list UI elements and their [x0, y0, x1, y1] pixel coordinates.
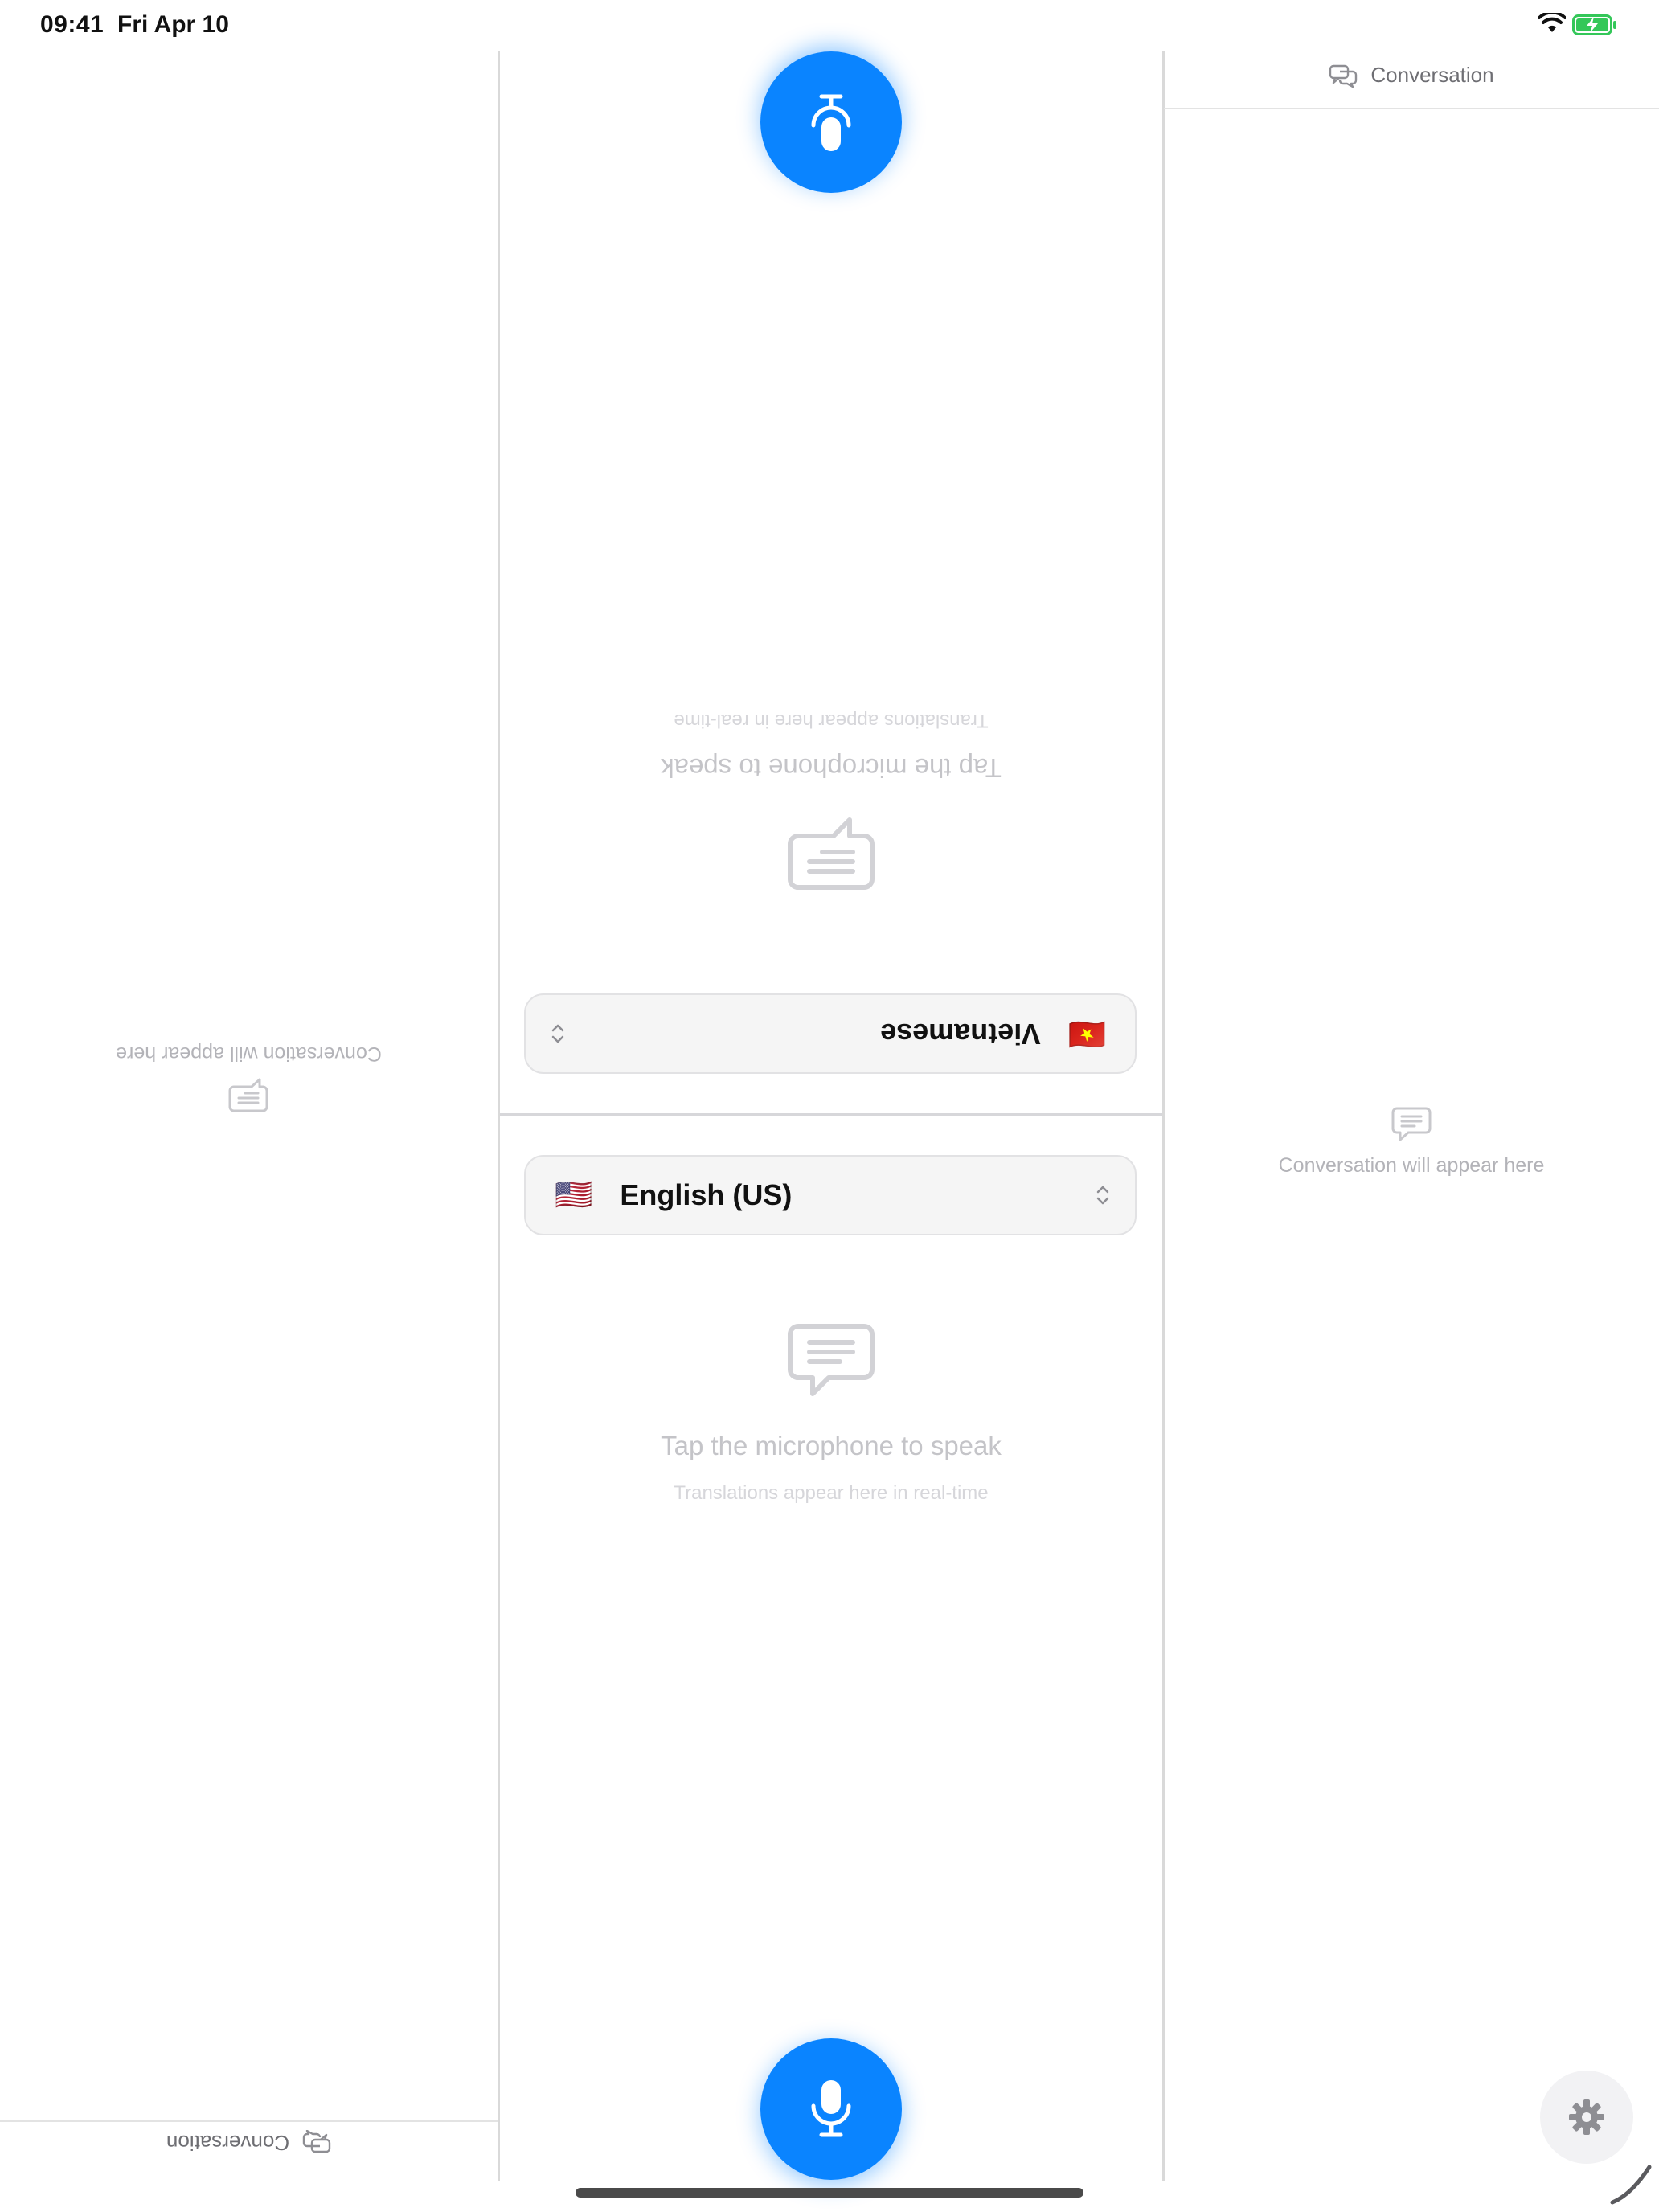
top-hint-text: Translations appear here in real-time [674, 710, 989, 731]
left-conversation-title: Conversation [166, 2131, 290, 2155]
right-conversation-header: Conversation [1164, 63, 1659, 88]
bottom-language-selector[interactable]: 🇺🇸 English (US) [524, 1155, 1137, 1235]
left-header-divider [0, 2120, 498, 2122]
left-empty-state: Conversation will appear here [0, 1042, 498, 1113]
bottom-empty-state: Tap the microphone to speak Translations… [550, 1323, 1112, 1505]
top-empty-state: Tap the microphone to speak Translations… [550, 709, 1112, 891]
speech-bubbles-icon [1329, 64, 1358, 88]
bottom-language-name: English (US) [620, 1178, 793, 1211]
chevron-up-down-icon [551, 1024, 564, 1043]
microphone-icon [811, 2080, 851, 2137]
message-lines-icon [788, 1324, 875, 1396]
battery-icon [1572, 14, 1616, 35]
right-header-divider [1164, 108, 1659, 109]
bottom-hint-text: Translations appear here in real-time [674, 1482, 989, 1504]
microphone-icon [811, 94, 851, 151]
center-split-divider [500, 1113, 1162, 1116]
wifi-icon [1538, 13, 1566, 32]
bottom-prompt-text: Tap the microphone to speak [661, 1431, 1002, 1460]
top-language-selector[interactable]: 🇻🇳 Vietnamese [524, 993, 1137, 1074]
message-lines-icon [229, 1078, 268, 1112]
bottom-mic-button[interactable] [760, 2038, 902, 2180]
speech-bubbles-icon [302, 2130, 331, 2153]
message-lines-icon [788, 817, 875, 890]
top-language-name: Vietnamese [880, 1018, 1041, 1051]
message-lines-icon [1391, 1107, 1432, 1141]
top-language-flag: 🇻🇳 [1067, 1017, 1106, 1051]
right-empty-text: Conversation will appear here [1278, 1154, 1545, 1177]
home-indicator[interactable] [576, 2188, 1083, 2198]
left-empty-text: Conversation will appear here [116, 1043, 382, 1065]
left-conversation-header: Conversation [0, 2130, 498, 2155]
top-mic-button[interactable] [760, 51, 902, 193]
scribble-indicator-icon [1610, 2165, 1652, 2205]
gear-icon [1569, 2099, 1604, 2135]
top-prompt-text: Tap the microphone to speak [661, 753, 1002, 783]
settings-button[interactable] [1540, 2071, 1633, 2164]
bottom-language-flag: 🇺🇸 [555, 1178, 593, 1212]
chevron-up-down-icon [1096, 1186, 1109, 1205]
status-date: Fri Apr 10 [117, 11, 229, 38]
right-empty-state: Conversation will appear here [1164, 1106, 1659, 1178]
right-conversation-title: Conversation [1370, 63, 1494, 87]
status-time: 09:41 [40, 11, 104, 38]
left-divider [498, 51, 500, 2181]
